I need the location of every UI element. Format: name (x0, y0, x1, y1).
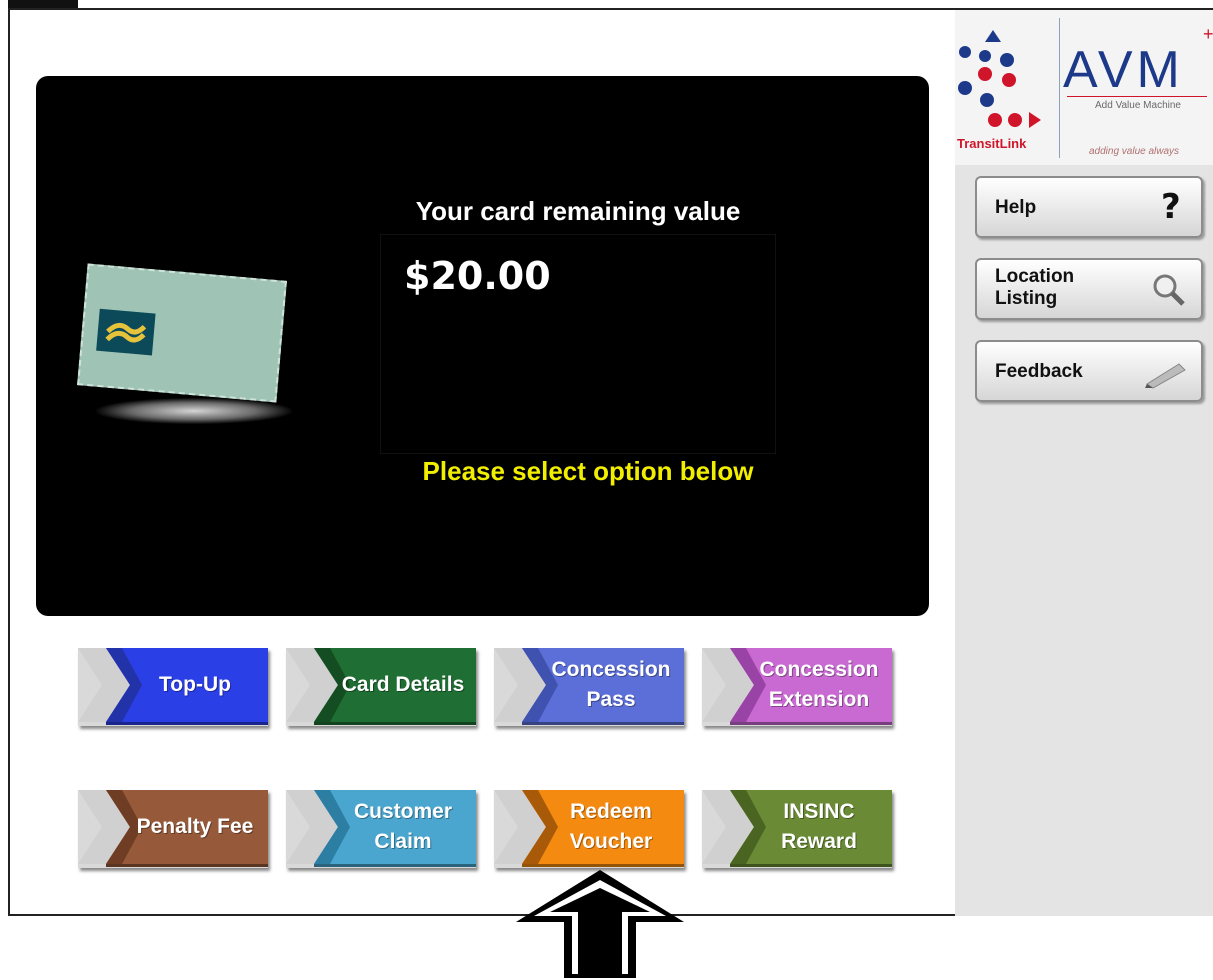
topup-button[interactable]: Top-Up (78, 648, 268, 726)
location-label-line2: Listing (995, 288, 1058, 309)
concession-pass-button[interactable]: Concession Pass (494, 648, 684, 726)
penalty-fee-button[interactable]: Penalty Fee (78, 790, 268, 868)
insinc-reward-label-1: INSINC (783, 800, 855, 823)
customer-claim-label-1: Customer (353, 800, 453, 823)
concession-extension-button[interactable]: Concession Extension (702, 648, 892, 726)
logo-divider (1059, 18, 1060, 158)
customer-claim-button[interactable]: Customer Claim (286, 790, 476, 868)
topup-label: Top-Up (159, 673, 231, 696)
avm-text: AVM (1063, 41, 1184, 99)
up-arrow-icon (516, 870, 684, 978)
avm-subtitle: Add Value Machine (1095, 100, 1181, 111)
redeem-voucher-label-2: Voucher (569, 830, 653, 853)
transitlink-logo-icon (958, 30, 1041, 128)
concession-pass-label-1: Concession (551, 658, 671, 681)
question-mark-icon: ? (1161, 188, 1181, 224)
pen-icon (1145, 363, 1186, 389)
avm-plus: + (1203, 24, 1213, 44)
ez-link-card-image (77, 263, 287, 403)
card-shadow (96, 398, 292, 424)
redeem-voucher-button[interactable]: Redeem Voucher (494, 790, 684, 868)
concession-extension-label-1: Concession (759, 658, 879, 681)
location-listing-button[interactable]: Location Listing (975, 258, 1203, 320)
sidebar: TransitLink AVM + Add Value Machine addi… (955, 8, 1213, 916)
concession-pass-label-2: Pass (586, 688, 636, 711)
feedback-label: Feedback (995, 361, 1083, 382)
transitlink-avm-logo: TransitLink AVM + Add Value Machine addi… (955, 10, 1213, 165)
insinc-reward-button[interactable]: INSINC Reward (702, 790, 892, 868)
remaining-value-amount: $20.00 (404, 254, 551, 298)
help-button[interactable]: Help ? (975, 176, 1203, 238)
avm-underline (1067, 96, 1207, 97)
svg-text:?: ? (1161, 188, 1181, 224)
top-edge-mark (8, 0, 78, 8)
card-details-label: Card Details (341, 673, 465, 696)
help-label: Help (995, 197, 1037, 218)
transitlink-text: TransitLink (957, 136, 1027, 151)
insinc-reward-label-2: Reward (781, 830, 857, 853)
avm-tagline: adding value always (1089, 146, 1180, 157)
penalty-fee-label: Penalty Fee (136, 815, 254, 838)
magnifier-icon (1153, 274, 1185, 306)
card-details-button[interactable]: Card Details (286, 648, 476, 726)
customer-claim-label-2: Claim (374, 830, 432, 853)
value-title: Your card remaining value (415, 196, 741, 226)
concession-extension-label-2: Extension (768, 688, 870, 711)
card-logo-icon (96, 308, 156, 356)
feedback-button[interactable]: Feedback (975, 340, 1203, 402)
instruction-text: Please select option below (422, 456, 754, 486)
redeem-voucher-label-1: Redeem (570, 800, 652, 823)
location-label-line1: Location (995, 266, 1075, 287)
